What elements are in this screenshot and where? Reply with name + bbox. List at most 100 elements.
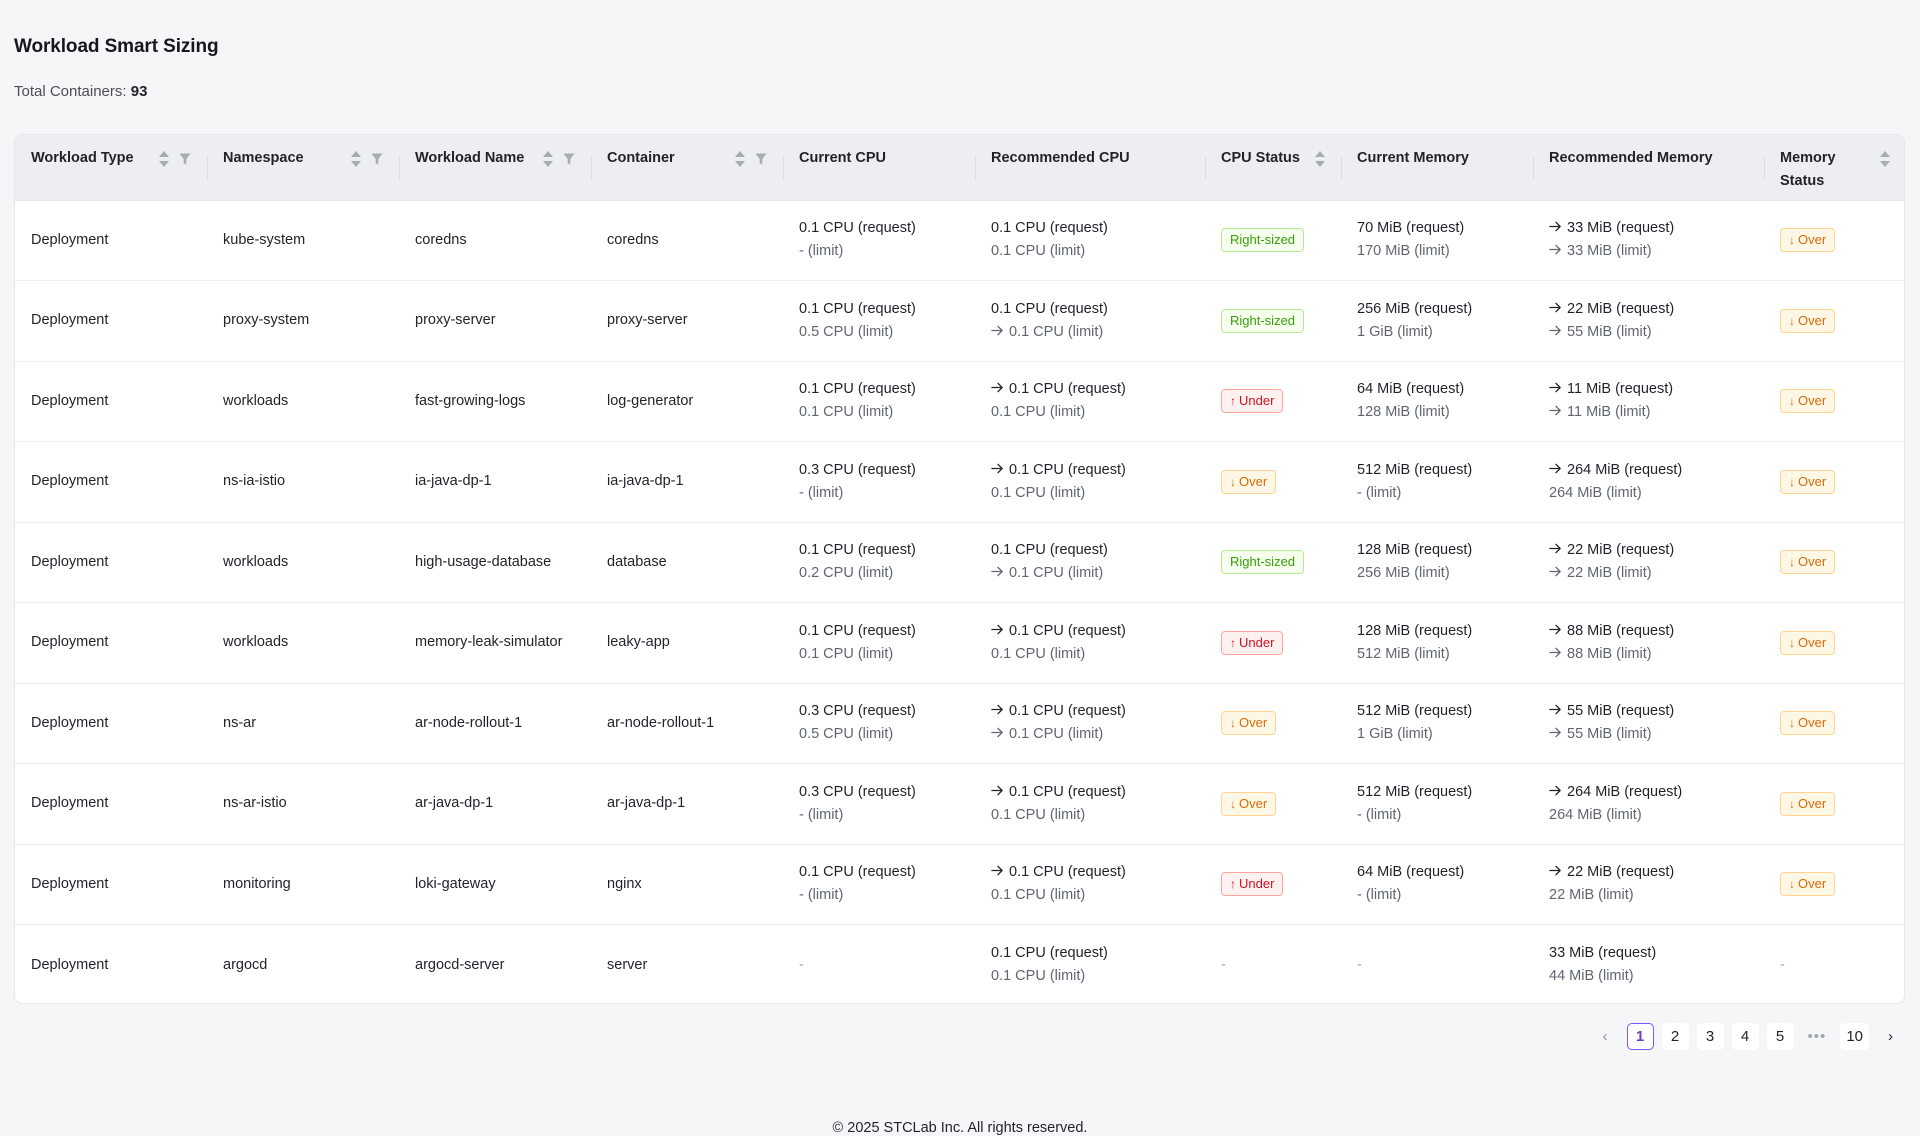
column-header-label: Namespace xyxy=(223,150,304,166)
cell-namespace: ns-ia-istio xyxy=(207,442,399,523)
cell-current-memory-limit: 512 MiB (limit) xyxy=(1357,643,1517,666)
column-header-content: Current Memory xyxy=(1357,147,1517,170)
limit-text: - (limit) xyxy=(1357,484,1402,501)
cell-workload-type-value: Deployment xyxy=(31,956,109,973)
status-badge-label: Under xyxy=(1239,634,1275,650)
cell-recommended-cpu-request: 0.1 CPU (request) xyxy=(991,700,1189,723)
request-text: 256 MiB (request) xyxy=(1357,300,1473,317)
request-text: 64 MiB (request) xyxy=(1357,381,1465,398)
cell-current-cpu-limit: - (limit) xyxy=(799,240,959,263)
table-row[interactable]: Deployment argocd argocd-server server -0.1 … xyxy=(15,925,1904,1004)
table-header-row: Workload Type Namespace Workload Name Conta… xyxy=(15,135,1904,201)
filter-icon[interactable] xyxy=(371,152,383,166)
table-row[interactable]: Deployment proxy-system proxy-server proxy-… xyxy=(15,281,1904,362)
prev-page-button[interactable]: ‹ xyxy=(1592,1023,1619,1050)
filter-icon[interactable] xyxy=(755,152,767,166)
column-header-cpu-status[interactable]: CPU Status xyxy=(1205,135,1341,201)
cell-cpu-status: Right-sized xyxy=(1205,281,1341,362)
status-badge-label: Over xyxy=(1239,795,1268,811)
cell-workload-name: proxy-server xyxy=(399,281,591,362)
limit-text: 0.1 CPU (limit) xyxy=(799,645,894,662)
table-row[interactable]: Deployment monitoring loki-gateway nginx 0.1… xyxy=(15,844,1904,925)
cell-current-memory-limit: - (limit) xyxy=(1357,884,1517,907)
cell-namespace: workloads xyxy=(207,361,399,442)
status-badge-ok: Right-sized xyxy=(1221,228,1305,253)
cell-current-memory-request: 70 MiB (request) xyxy=(1357,217,1517,240)
table-row[interactable]: Deployment workloads memory-leak-simulator… xyxy=(15,603,1904,683)
cell-current-memory: 128 MiB (request) 256 MiB (limit) xyxy=(1341,522,1533,603)
cell-recommended-memory-request: 55 MiB (request) xyxy=(1549,700,1748,723)
cell-current-memory-limit: 170 MiB (limit) xyxy=(1357,240,1517,263)
filter-icon[interactable] xyxy=(179,152,191,166)
limit-text: - (limit) xyxy=(799,887,844,904)
table-row[interactable]: Deployment ns-ia-istio ia-java-dp-1 ia-java… xyxy=(15,442,1904,523)
sort-icon[interactable] xyxy=(1880,150,1890,168)
table-row[interactable]: Deployment ns-ar ar-node-rollout-1 ar-node-… xyxy=(15,683,1904,764)
sort-icon[interactable] xyxy=(735,150,745,168)
table-row[interactable]: Deployment ns-ar-istio ar-java-dp-1 ar-java… xyxy=(15,764,1904,844)
cell-recommended-cpu-limit: 0.1 CPU (limit) xyxy=(991,965,1189,988)
table-row[interactable]: Deployment workloads fast-growing-logs log-… xyxy=(15,361,1904,442)
cell-recommended-cpu-request: 0.1 CPU (request) xyxy=(991,378,1189,401)
sort-icon[interactable] xyxy=(351,150,361,168)
column-header-memory-status[interactable]: Memory Status xyxy=(1764,135,1904,201)
cell-recommended-memory-request: 264 MiB (request) xyxy=(1549,781,1748,804)
cell-current-cpu-limit: 0.1 CPU (limit) xyxy=(799,401,959,424)
request-text: 0.1 CPU (request) xyxy=(991,542,1108,559)
limit-text: - (limit) xyxy=(1357,806,1402,823)
limit-text: 0.1 CPU (limit) xyxy=(991,887,1086,904)
page-last-button[interactable]: 10 xyxy=(1840,1023,1869,1050)
arrow-down-icon: ↓ xyxy=(1789,394,1795,409)
page-4-button[interactable]: 4 xyxy=(1731,1023,1759,1050)
cell-namespace: kube-system xyxy=(207,200,399,281)
column-header-container[interactable]: Container xyxy=(591,135,783,201)
cell-current-memory-request: 512 MiB (request) xyxy=(1357,700,1517,723)
arrow-up-icon: ↑ xyxy=(1230,394,1236,409)
total-containers-label: Total Containers: xyxy=(14,83,127,100)
page-1-button[interactable]: 1 xyxy=(1626,1023,1654,1050)
column-header-label: Workload Name xyxy=(415,150,525,166)
cell-current-memory-request: 256 MiB (request) xyxy=(1357,298,1517,321)
cell-workload-name-value: fast-growing-logs xyxy=(415,392,526,409)
cell-current-memory: 512 MiB (request) - (limit) xyxy=(1341,442,1533,523)
column-header-namespace[interactable]: Namespace xyxy=(207,135,399,201)
cell-recommended-memory-limit: 22 MiB (limit) xyxy=(1549,562,1748,585)
cell-memory-status: - xyxy=(1764,925,1904,1004)
cell-namespace: monitoring xyxy=(207,844,399,925)
cell-current-cpu-limit: - (limit) xyxy=(799,804,959,827)
cell-current-memory-request: 64 MiB (request) xyxy=(1357,861,1517,884)
limit-text: 0.2 CPU (limit) xyxy=(799,565,894,582)
page-3-button[interactable]: 3 xyxy=(1696,1023,1724,1050)
limit-text: 264 MiB (limit) xyxy=(1549,806,1642,823)
sort-icon[interactable] xyxy=(543,150,553,168)
cell-current-cpu-request: 0.1 CPU (request) xyxy=(799,378,959,401)
column-header-workload-name[interactable]: Workload Name xyxy=(399,135,591,201)
cell-container-value: leaky-app xyxy=(607,634,670,651)
filter-icon[interactable] xyxy=(563,152,575,166)
page-2-button[interactable]: 2 xyxy=(1661,1023,1689,1050)
cell-memory-status: ↓ Over xyxy=(1764,200,1904,281)
cell-workload-name-value: memory-leak-simulator xyxy=(415,634,563,651)
table-row[interactable]: Deployment kube-system coredns coredns 0.1 C… xyxy=(15,200,1904,281)
column-header-workload-type[interactable]: Workload Type xyxy=(15,135,207,201)
cell-memory-status: ↓ Over xyxy=(1764,281,1904,362)
arrow-right-icon xyxy=(1549,727,1561,738)
request-text: 22 MiB (request) xyxy=(1567,300,1675,317)
arrow-down-icon: ↓ xyxy=(1789,474,1795,489)
next-page-button[interactable]: › xyxy=(1877,1023,1904,1050)
cell-namespace: proxy-system xyxy=(207,281,399,362)
arrow-right-icon xyxy=(1549,785,1561,796)
status-badge-over: ↓ Over xyxy=(1780,711,1836,736)
table-row[interactable]: Deployment workloads high-usage-database da… xyxy=(15,522,1904,603)
column-header-tools xyxy=(543,147,575,168)
status-badge-label: Over xyxy=(1239,715,1268,731)
column-header-current-cpu: Current CPU xyxy=(783,135,975,201)
more-pages-ellipsis[interactable]: ••• xyxy=(1802,1023,1833,1050)
sort-icon[interactable] xyxy=(159,150,169,168)
cell-current-cpu-request: 0.1 CPU (request) xyxy=(799,539,959,562)
cell-container-value: server xyxy=(607,956,648,973)
limit-text: - (limit) xyxy=(1357,887,1402,904)
cell-workload-type: Deployment xyxy=(15,442,207,523)
page-5-button[interactable]: 5 xyxy=(1766,1023,1794,1050)
sort-icon[interactable] xyxy=(1315,150,1325,168)
